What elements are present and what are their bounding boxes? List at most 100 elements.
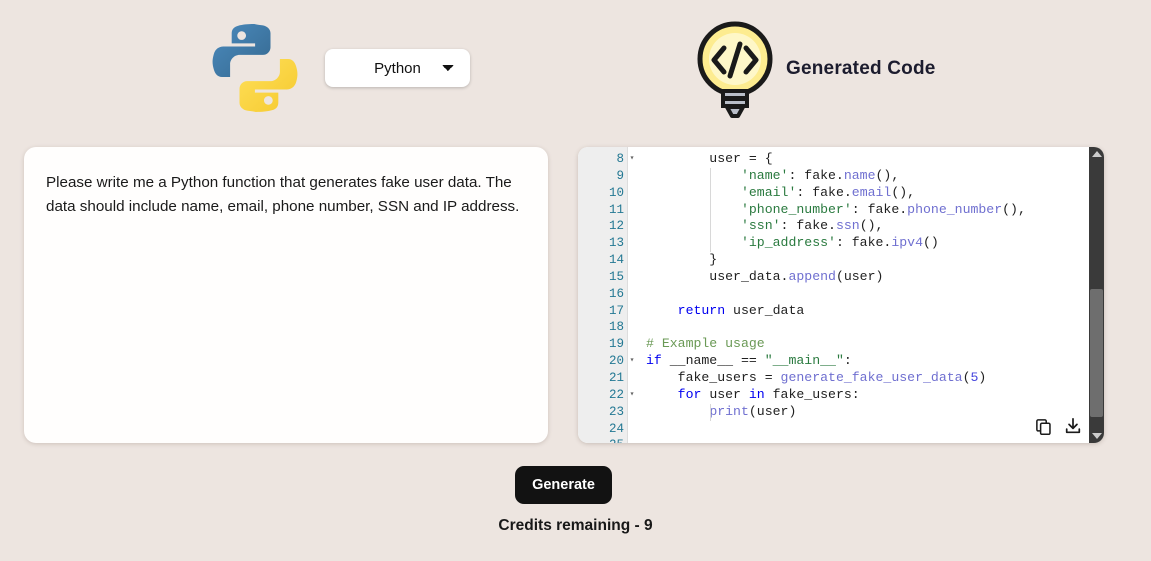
code-token (646, 303, 678, 318)
code-token: # Example usage (646, 336, 765, 351)
code-token: phone_number (907, 202, 1002, 217)
code-token: : fake. (852, 202, 907, 217)
line-number-gutter: 8▾91011121314151617181920▾2122▾232425 (578, 147, 628, 443)
code-token: append (788, 269, 835, 284)
code-token: : fake. (836, 235, 891, 250)
code-action-buttons (1035, 417, 1082, 435)
code-token: (user) (836, 269, 883, 284)
prompt-card[interactable] (24, 147, 548, 443)
code-token (646, 235, 741, 250)
line-number: 9 (578, 168, 627, 185)
scroll-up-arrow-icon[interactable] (1089, 147, 1104, 161)
code-token: : (844, 353, 852, 368)
code-token: 'email' (741, 185, 796, 200)
code-line (646, 286, 1104, 303)
header: Python Generated Code (0, 0, 1151, 140)
code-line (646, 319, 1104, 336)
code-token: fake_users: (765, 387, 860, 402)
code-token: 'ssn' (741, 218, 781, 233)
code-token: : fake. (781, 218, 836, 233)
line-number: 13 (578, 235, 627, 252)
copy-icon[interactable] (1035, 418, 1052, 435)
code-token: user_data (725, 303, 804, 318)
code-token: 'name' (741, 168, 788, 183)
code-line: 'phone_number': fake.phone_number(), (646, 202, 1104, 219)
prompt-input[interactable] (44, 169, 532, 425)
line-number: 19 (578, 336, 627, 353)
code-line (646, 437, 1104, 443)
code-token: (), (876, 168, 900, 183)
code-token: } (646, 252, 717, 267)
code-token: ssn (836, 218, 860, 233)
code-token (646, 218, 741, 233)
line-number: 17 (578, 303, 627, 320)
line-number: 14 (578, 252, 627, 269)
code-token: if (646, 353, 662, 368)
indent-guide (710, 404, 711, 421)
code-token: for (678, 387, 702, 402)
line-number: 24 (578, 421, 627, 438)
code-token: (), (1002, 202, 1026, 217)
line-number: 8▾ (578, 151, 627, 168)
line-number: 18 (578, 319, 627, 336)
code-token: email (852, 185, 892, 200)
line-number: 16 (578, 286, 627, 303)
line-number: 25 (578, 437, 627, 443)
code-token: ipv4 (891, 235, 923, 250)
generate-button[interactable]: Generate (515, 466, 612, 504)
code-token: user_data. (646, 269, 788, 284)
credits-remaining-label: Credits remaining - 9 (0, 517, 1151, 535)
code-token: 'phone_number' (741, 202, 852, 217)
generated-code-header: Generated Code (696, 18, 936, 120)
code-token (646, 185, 741, 200)
line-number: 23 (578, 404, 627, 421)
code-token (646, 387, 678, 402)
code-token (646, 404, 709, 419)
download-icon[interactable] (1064, 417, 1082, 435)
indent-guide (710, 202, 711, 219)
code-token: user (701, 387, 748, 402)
generated-code-title: Generated Code (786, 58, 936, 80)
code-token: () (923, 235, 939, 250)
code-line: 'name': fake.name(), (646, 168, 1104, 185)
code-token: user = { (646, 151, 773, 166)
code-token: (), (891, 185, 915, 200)
code-line: return user_data (646, 303, 1104, 320)
code-line: # Example usage (646, 336, 1104, 353)
language-selector-group: Python (205, 18, 470, 118)
code-token: __name__ == (662, 353, 765, 368)
code-line: } (646, 252, 1104, 269)
line-number: 11 (578, 202, 627, 219)
app-root: Python Generated Code (0, 0, 1151, 561)
indent-guide (710, 168, 711, 185)
code-token: ( (963, 370, 971, 385)
code-token: : fake. (796, 185, 851, 200)
code-token: "__main__" (765, 353, 844, 368)
code-line: for user in fake_users: (646, 387, 1104, 404)
line-number: 15 (578, 269, 627, 286)
code-content[interactable]: user = { 'name': fake.name(), 'email': f… (628, 147, 1104, 443)
scroll-down-arrow-icon[interactable] (1089, 429, 1104, 443)
lightbulb-code-icon (696, 18, 774, 120)
language-select[interactable]: Python (325, 49, 470, 87)
code-token: return (678, 303, 725, 318)
indent-guide (710, 185, 711, 202)
line-number: 22▾ (578, 387, 627, 404)
line-number: 10 (578, 185, 627, 202)
code-token: : fake. (788, 168, 843, 183)
code-token: fake_users = (646, 370, 781, 385)
scrollbar-thumb[interactable] (1090, 289, 1103, 417)
code-scrollbar[interactable] (1089, 147, 1104, 443)
code-line: 'ssn': fake.ssn(), (646, 218, 1104, 235)
code-line: 'email': fake.email(), (646, 185, 1104, 202)
code-line: user = { (646, 151, 1104, 168)
code-token (646, 202, 741, 217)
code-token: 'ip_address' (741, 235, 836, 250)
python-logo-icon (205, 18, 305, 118)
code-line: if __name__ == "__main__": (646, 353, 1104, 370)
line-number: 21 (578, 370, 627, 387)
code-token (646, 168, 741, 183)
line-number: 20▾ (578, 353, 627, 370)
code-token: (), (860, 218, 884, 233)
code-token: ) (978, 370, 986, 385)
